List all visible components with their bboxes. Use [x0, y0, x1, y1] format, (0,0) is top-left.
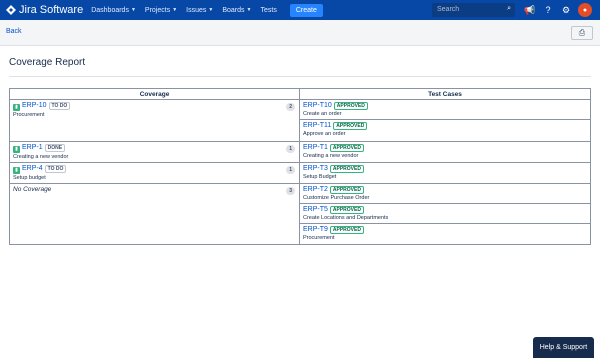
test-cases-cell: ERP-T2 APPROVED Customize Purchase Order E…: [299, 183, 591, 245]
test-summary: Setup Budget: [303, 174, 337, 180]
issue-key-link[interactable]: ERP-1: [22, 144, 43, 151]
test-key-link[interactable]: ERP-T10: [303, 102, 332, 109]
column-header-coverage: Coverage: [9, 88, 300, 100]
story-icon: ▮: [13, 104, 20, 111]
table-row: ▮ ERP-1 DONE 1 Creating a new vendor ERP-T…: [9, 141, 591, 163]
coverage-cell: ▮ ERP-1 DONE 1 Creating a new vendor: [9, 141, 300, 163]
no-coverage-label: No Coverage: [13, 186, 52, 193]
test-summary: Creating a new vendor: [303, 153, 359, 159]
chevron-down-icon: ▼: [130, 7, 136, 13]
column-header-test-cases: Test Cases: [299, 88, 591, 100]
issue-summary: Procurement: [13, 112, 45, 118]
divider: [9, 76, 591, 77]
test-summary: Create an order: [303, 111, 342, 117]
test-cases-cell: ERP-T3 APPROVED Setup Budget: [299, 162, 591, 184]
nav-dashboards[interactable]: Dashboards ▼: [91, 7, 136, 14]
status-badge: TO DO: [48, 102, 71, 110]
issue-summary: Creating a new vendor: [13, 154, 69, 160]
story-icon: ▮: [13, 146, 20, 153]
nav-label: Dashboards: [91, 6, 129, 14]
table-row: ▮ ERP-4 TO DO 1 Setup budget ERP-T3 APPROVE…: [9, 162, 591, 184]
status-badge: APPROVED: [333, 102, 368, 110]
issue-summary: Setup budget: [13, 175, 46, 181]
test-case-item: ERP-T1 APPROVED Creating a new vendor: [300, 142, 590, 162]
status-badge: APPROVED: [329, 186, 364, 194]
count-badge: 1: [286, 145, 295, 153]
count-badge: 3: [286, 187, 295, 195]
print-button[interactable]: ⎙: [571, 26, 593, 40]
help-and-support-button[interactable]: Help & Support: [533, 337, 594, 358]
test-key-link[interactable]: ERP-T2: [303, 186, 328, 193]
test-case-item: ERP-T5 APPROVED Create Locations and Depar…: [300, 204, 590, 224]
avatar[interactable]: ●: [578, 3, 592, 17]
test-summary: Approve an order: [303, 131, 346, 137]
test-case-item: ERP-T10 APPROVED Create an order: [300, 100, 590, 120]
status-badge: TO DO: [44, 165, 67, 173]
create-button[interactable]: Create: [289, 3, 323, 17]
search-placeholder: Search: [437, 6, 460, 13]
test-key-link[interactable]: ERP-T1: [303, 144, 328, 151]
test-summary: Procurement: [303, 235, 335, 241]
test-case-item: ERP-T2 APPROVED Customize Purchase Order: [300, 184, 590, 204]
nav-projects[interactable]: Projects ▼: [145, 7, 177, 14]
gear-icon[interactable]: ⚙: [560, 4, 572, 16]
chevron-down-icon: ▼: [208, 7, 214, 13]
test-key-link[interactable]: ERP-T11: [303, 122, 331, 129]
test-case-item: ERP-T3 APPROVED Setup Budget: [300, 163, 590, 183]
nav-label: Tests: [260, 6, 277, 14]
jira-icon: [6, 5, 16, 15]
status-badge: APPROVED: [329, 206, 364, 214]
page-title: Coverage Report: [9, 57, 86, 68]
status-badge: DONE: [44, 144, 66, 152]
status-badge: APPROVED: [329, 165, 364, 173]
coverage-cell: ▮ ERP-10 TO DO 2 Procurement: [9, 99, 300, 142]
test-key-link[interactable]: ERP-T5: [303, 206, 328, 213]
nav-boards[interactable]: Boards ▼: [222, 7, 251, 14]
test-summary: Create Locations and Departments: [303, 215, 389, 221]
test-cases-cell: ERP-T10 APPROVED Create an order ERP-T11 AP…: [299, 99, 591, 142]
sub-toolbar: Back ⎙: [0, 20, 600, 46]
table-row: ▮ ERP-10 TO DO 2 Procurement ERP-T10 APPROV…: [9, 99, 591, 142]
print-icon: ⎙: [578, 28, 586, 37]
nav-issues[interactable]: Issues ▼: [186, 7, 213, 14]
status-badge: APPROVED: [329, 144, 364, 152]
nav-label: Boards: [222, 6, 245, 14]
coverage-cell: No Coverage 3: [9, 183, 300, 245]
test-cases-cell: ERP-T1 APPROVED Creating a new vendor: [299, 141, 591, 163]
count-badge: 2: [286, 103, 295, 111]
logo-text: Jira Software: [19, 4, 84, 16]
count-badge: 1: [286, 166, 295, 174]
story-icon: ▮: [13, 167, 20, 174]
test-summary: Customize Purchase Order: [303, 195, 370, 201]
help-icon[interactable]: ?: [542, 4, 554, 16]
back-link[interactable]: Back: [6, 28, 22, 35]
chevron-down-icon: ▼: [246, 7, 252, 13]
coverage-cell: ▮ ERP-4 TO DO 1 Setup budget: [9, 162, 300, 184]
status-badge: APPROVED: [333, 122, 368, 130]
nav-tests[interactable]: Tests: [260, 7, 276, 14]
nav-label: Projects: [144, 6, 171, 14]
test-key-link[interactable]: ERP-T9: [303, 226, 328, 233]
coverage-table: Coverage Test Cases ▮ ERP-10 TO DO 2 Procu…: [9, 88, 591, 245]
jira-logo[interactable]: Jira Software: [6, 4, 83, 16]
search-input[interactable]: Search ⌕: [432, 3, 515, 17]
issue-key-link[interactable]: ERP-4: [22, 165, 43, 172]
nav-label: Issues: [186, 6, 207, 14]
test-key-link[interactable]: ERP-T3: [303, 165, 328, 172]
chevron-down-icon: ▼: [172, 7, 178, 13]
search-icon: ⌕: [507, 5, 511, 12]
test-case-item: ERP-T9 APPROVED Procurement: [300, 224, 590, 244]
status-badge: APPROVED: [329, 226, 364, 234]
table-row: No Coverage 3 ERP-T2 APPROVED Customize Pu…: [9, 183, 591, 245]
test-case-item: ERP-T11 APPROVED Approve an order: [300, 120, 590, 140]
table-header-row: Coverage Test Cases: [9, 88, 591, 100]
issue-key-link[interactable]: ERP-10: [22, 102, 47, 109]
megaphone-icon[interactable]: 📢: [524, 4, 536, 16]
